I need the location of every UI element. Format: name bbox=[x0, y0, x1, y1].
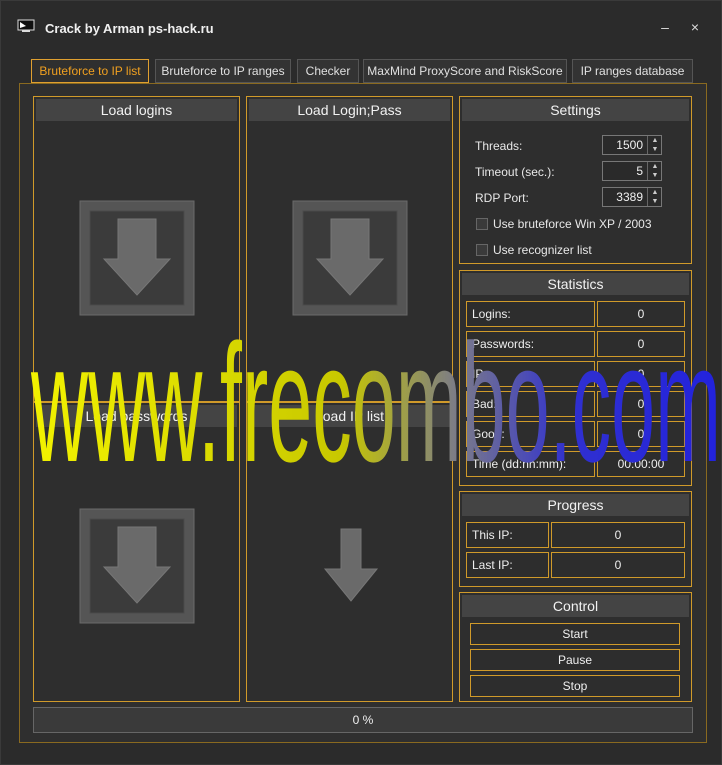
statistics-group: Statistics Logins: 0 Passwords: 0 IP: 0 … bbox=[459, 270, 692, 486]
overall-progress-text: 0 % bbox=[352, 713, 374, 727]
stat-good-value: 0 bbox=[597, 421, 685, 447]
load-passwords-panel[interactable]: Load passwords bbox=[33, 402, 240, 702]
stat-time-value: 00:00:00 bbox=[597, 451, 685, 477]
title-bar[interactable]: Crack by Arman ps-hack.ru – × bbox=[1, 1, 721, 53]
down-arrow-icon bbox=[323, 528, 379, 602]
tab-bruteforce-ip-list[interactable]: Bruteforce to IP list bbox=[31, 59, 149, 83]
spin-down-icon[interactable]: ▼ bbox=[648, 145, 662, 154]
load-ip-list-header: Load IP list bbox=[249, 405, 450, 427]
load-login-pass-header: Load Login;Pass bbox=[249, 99, 450, 121]
load-login-pass-panel[interactable]: Load Login;Pass bbox=[246, 96, 453, 402]
stat-passwords-label: Passwords: bbox=[466, 331, 595, 357]
spin-buttons: ▲ ▼ bbox=[647, 162, 661, 180]
threads-spinbox[interactable]: 1500 ▲ ▼ bbox=[602, 135, 662, 155]
app-window: Crack by Arman ps-hack.ru – × Bruteforce… bbox=[0, 0, 722, 765]
this-ip-value: 0 bbox=[551, 522, 685, 548]
pause-button[interactable]: Pause bbox=[470, 649, 680, 671]
overall-progress-bar: 0 % bbox=[33, 707, 693, 733]
stat-bad-value: 0 bbox=[597, 391, 685, 417]
stat-logins-value: 0 bbox=[597, 301, 685, 327]
rdp-port-spinbox[interactable]: 3389 ▲ ▼ bbox=[602, 187, 662, 207]
load-passwords-header: Load passwords bbox=[36, 405, 237, 427]
tab-content: Load logins Load Login;Pass Load passwor… bbox=[19, 83, 707, 743]
last-ip-label: Last IP: bbox=[466, 552, 549, 578]
stat-passwords-value: 0 bbox=[597, 331, 685, 357]
threads-label: Threads: bbox=[475, 139, 523, 153]
spin-buttons: ▲ ▼ bbox=[647, 188, 661, 206]
spin-up-icon[interactable]: ▲ bbox=[648, 136, 662, 145]
control-group: Control Start Pause Stop bbox=[459, 592, 692, 702]
window-title: Crack by Arman ps-hack.ru bbox=[45, 21, 214, 36]
tab-checker[interactable]: Checker bbox=[297, 59, 359, 83]
rdp-port-label: RDP Port: bbox=[475, 191, 529, 205]
timeout-label: Timeout (sec.): bbox=[475, 165, 555, 179]
control-header: Control bbox=[462, 595, 689, 617]
stat-ip-label: IP: bbox=[466, 361, 595, 387]
winxp-label[interactable]: Use bruteforce Win XP / 2003 bbox=[493, 217, 652, 231]
progress-header: Progress bbox=[462, 494, 689, 516]
winxp-checkbox[interactable] bbox=[476, 218, 488, 230]
tab-strip: Bruteforce to IP list Bruteforce to IP r… bbox=[31, 59, 693, 83]
spin-up-icon[interactable]: ▲ bbox=[648, 162, 662, 171]
rdp-port-value: 3389 bbox=[616, 190, 643, 204]
recognizer-label[interactable]: Use recognizer list bbox=[493, 243, 592, 257]
download-arrow-icon bbox=[79, 200, 195, 316]
stat-ip-value: 0 bbox=[597, 361, 685, 387]
load-logins-panel[interactable]: Load logins bbox=[33, 96, 240, 402]
tab-maxmind[interactable]: MaxMind ProxyScore and RiskScore bbox=[363, 59, 567, 83]
threads-value: 1500 bbox=[616, 138, 643, 152]
last-ip-value: 0 bbox=[551, 552, 685, 578]
timeout-spinbox[interactable]: 5 ▲ ▼ bbox=[602, 161, 662, 181]
app-icon bbox=[17, 19, 35, 32]
settings-group: Settings Threads: 1500 ▲ ▼ Timeout (sec.… bbox=[459, 96, 692, 264]
start-button[interactable]: Start bbox=[470, 623, 680, 645]
stat-good-label: Good: bbox=[466, 421, 595, 447]
this-ip-label: This IP: bbox=[466, 522, 549, 548]
tab-ip-ranges-database[interactable]: IP ranges database bbox=[572, 59, 693, 83]
stat-logins-label: Logins: bbox=[466, 301, 595, 327]
close-button[interactable]: × bbox=[687, 19, 703, 35]
download-arrow-icon bbox=[292, 200, 408, 316]
spin-up-icon[interactable]: ▲ bbox=[648, 188, 662, 197]
stop-button[interactable]: Stop bbox=[470, 675, 680, 697]
timeout-value: 5 bbox=[636, 164, 643, 178]
statistics-header: Statistics bbox=[462, 273, 689, 295]
download-arrow-icon bbox=[79, 508, 195, 624]
stat-time-label: Time (dd:hh:mm): bbox=[466, 451, 595, 477]
spin-down-icon[interactable]: ▼ bbox=[648, 197, 662, 206]
spin-buttons: ▲ ▼ bbox=[647, 136, 661, 154]
recognizer-checkbox[interactable] bbox=[476, 244, 488, 256]
load-ip-list-panel[interactable]: Load IP list bbox=[246, 402, 453, 702]
stat-bad-label: Bad: bbox=[466, 391, 595, 417]
minimize-button[interactable]: – bbox=[657, 19, 673, 35]
spin-down-icon[interactable]: ▼ bbox=[648, 171, 662, 180]
progress-group: Progress This IP: 0 Last IP: 0 bbox=[459, 491, 692, 587]
load-logins-header: Load logins bbox=[36, 99, 237, 121]
tab-bruteforce-ip-ranges[interactable]: Bruteforce to IP ranges bbox=[155, 59, 291, 83]
settings-header: Settings bbox=[462, 99, 689, 121]
